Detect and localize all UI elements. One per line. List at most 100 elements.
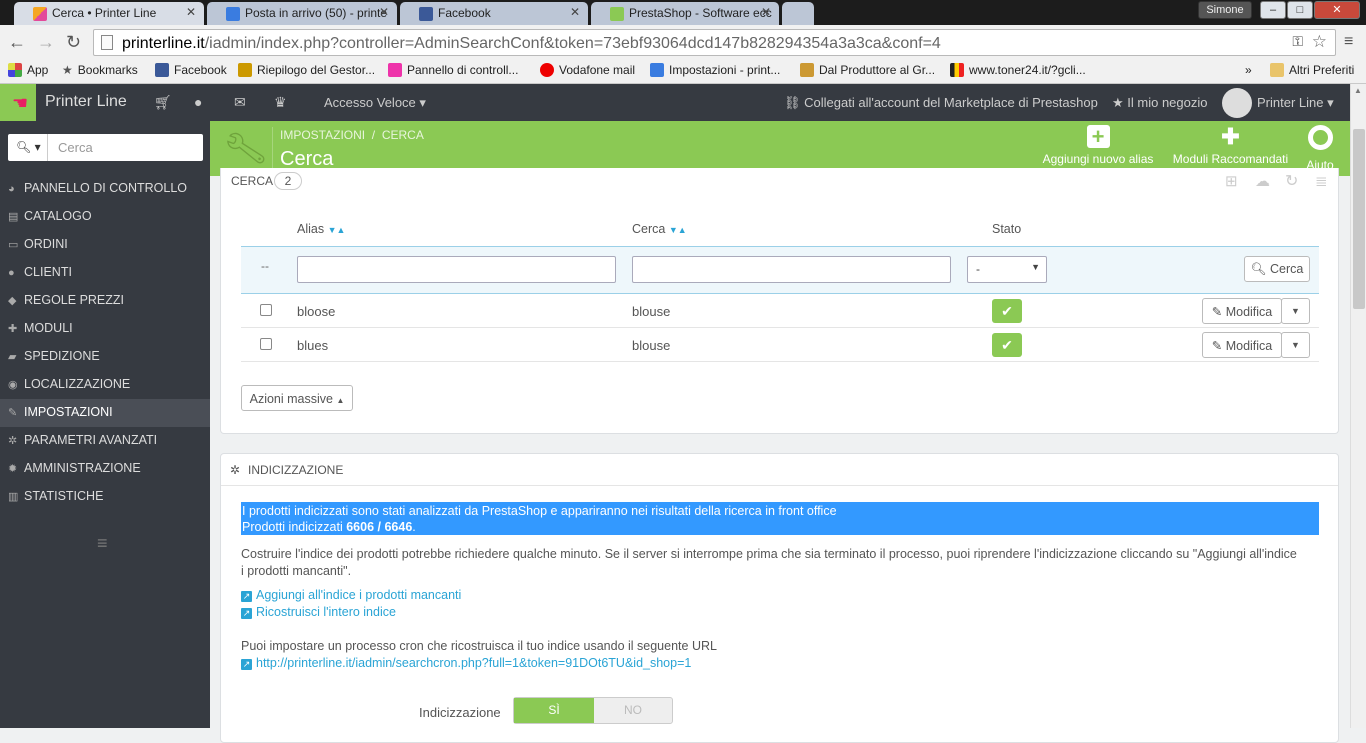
add-icon[interactable]: ⊞ <box>1225 172 1238 190</box>
breadcrumb-item[interactable]: IMPOSTAZIONI <box>280 128 365 142</box>
my-shop-link[interactable]: ★ Il mio negozio <box>1112 95 1208 111</box>
back-arrow-icon[interactable]: ← <box>8 32 26 52</box>
minimize-button[interactable]: – <box>1260 1 1286 19</box>
bookmark-apps[interactable]: App <box>8 63 48 77</box>
bookmark-produttore[interactable]: Dal Produttore al Gr... <box>800 63 935 77</box>
site-icon <box>800 63 814 77</box>
cart-icon[interactable]: 🛒︎ <box>154 94 172 111</box>
sidebar-item-spedizione[interactable]: ▰ SPEDIZIONE <box>0 343 210 371</box>
browser-tab-prestashop[interactable]: PrestaShop - Software ecc ✕ <box>591 2 779 25</box>
bookmark-facebook[interactable]: Facebook <box>155 63 227 77</box>
toggle-yes[interactable]: SÌ <box>514 698 594 723</box>
page-scrollbar[interactable]: ▲ <box>1350 84 1366 728</box>
indexing-toggle[interactable]: SÌ NO <box>513 697 673 724</box>
sidebar-item-amministrazione[interactable]: ✹ AMMINISTRAZIONE <box>0 455 210 483</box>
sidebar-item-parametri-avanzati[interactable]: ✲ PARAMETRI AVANZATI <box>0 427 210 455</box>
filter-search-button[interactable]: 🔍︎ Cerca <box>1244 256 1310 282</box>
browser-tab-facebook[interactable]: Facebook ✕ <box>400 2 588 25</box>
scrollbar-thumb[interactable] <box>1353 129 1365 309</box>
sidebar-item-clienti[interactable]: ● CLIENTI <box>0 259 210 287</box>
chrome-menu-icon[interactable]: ≡ <box>1344 32 1353 52</box>
prestashop-favicon-icon <box>33 7 47 21</box>
close-icon[interactable]: ✕ <box>186 5 196 19</box>
user-icon[interactable]: ● <box>194 94 202 110</box>
refresh-icon[interactable]: ↻ <box>1285 171 1298 191</box>
indexing-description: Costruire l'indice dei prodotti potrebbe… <box>241 547 1297 578</box>
bookmark-star-icon[interactable]: ☆ <box>1312 32 1327 52</box>
prestashop-logo[interactable]: ☚ <box>0 84 36 121</box>
sidebar-item-catalogo[interactable]: ▤ CATALOGO <box>0 203 210 231</box>
sidebar-item-moduli[interactable]: ✚ MODULI <box>0 315 210 343</box>
bookmark-toner24[interactable]: www.toner24.it/?gcli... <box>950 63 1086 77</box>
reload-icon[interactable]: ↻ <box>66 32 81 52</box>
add-missing-products-link[interactable]: ↗ Aggiungi all'indice i prodotti mancanti <box>241 588 461 602</box>
bookmark-other[interactable]: Altri Preferiti <box>1270 63 1354 77</box>
bookmark-vodafone[interactable]: Vodafone mail <box>540 63 635 77</box>
url-bar[interactable]: printerline.it/iadmin/index.php?controll… <box>93 29 1336 56</box>
sidebar-item-statistiche[interactable]: ▥ STATISTICHE <box>0 483 210 511</box>
sort-icon[interactable]: ▼▲ <box>669 225 687 235</box>
trophy-icon[interactable]: ♛ <box>274 94 287 111</box>
status-filter-select[interactable]: - ▼ <box>967 256 1047 283</box>
sidebar-item-impostazioni[interactable]: ✎ IMPOSTAZIONI <box>0 399 210 427</box>
shop-name[interactable]: Printer Line <box>45 93 127 111</box>
sort-icon[interactable]: ▼▲ <box>328 225 346 235</box>
key-icon[interactable]: ⚿ <box>1292 33 1303 50</box>
new-tab-button[interactable] <box>782 2 814 25</box>
forward-arrow-icon[interactable]: → <box>37 32 55 52</box>
close-icon[interactable]: ✕ <box>379 5 389 19</box>
external-link-icon: ↗ <box>241 659 252 670</box>
close-icon[interactable]: ✕ <box>570 5 580 19</box>
row-checkbox[interactable] <box>260 338 272 350</box>
sidebar-item-pannello-di-controllo[interactable]: ◕ PANNELLO DI CONTROLLO <box>0 175 210 203</box>
help-button[interactable]: Aiuto <box>1300 125 1340 172</box>
avatar[interactable] <box>1222 88 1252 118</box>
bookmark-bookmarks[interactable]: ★ Bookmarks <box>62 63 138 77</box>
collapse-menu-icon[interactable]: ≡ <box>97 533 108 554</box>
edit-button[interactable]: ✎ Modifica <box>1202 332 1282 358</box>
pencil-icon: ✎ <box>1211 305 1223 319</box>
row-actions-dropdown[interactable]: ▼ <box>1281 332 1310 358</box>
recommended-modules-button[interactable]: ✚ Moduli Raccomandati <box>1168 125 1293 167</box>
bookmarks-overflow[interactable]: » <box>1245 63 1252 77</box>
row-actions-dropdown[interactable]: ▼ <box>1281 298 1310 324</box>
check-icon[interactable]: ✔ <box>992 299 1022 323</box>
browser-tab-gmail[interactable]: Posta in arrivo (50) - printe ✕ <box>207 2 397 25</box>
database-icon[interactable]: ≣ <box>1315 172 1328 190</box>
sidebar-item-ordini[interactable]: ▭ ORDINI <box>0 231 210 259</box>
breadcrumb-item[interactable]: CERCA <box>382 128 424 142</box>
close-icon[interactable]: ✕ <box>761 5 771 19</box>
sidebar-item-localizzazione[interactable]: ◉ LOCALIZZAZIONE <box>0 371 210 399</box>
column-header-search[interactable]: Cerca ▼▲ <box>632 222 687 236</box>
marketplace-link[interactable]: ⛓ Collegati all'account del Marketplace … <box>784 95 1098 111</box>
alias-filter-input[interactable] <box>297 256 616 283</box>
envelope-icon[interactable]: ✉ <box>234 94 246 111</box>
bookmark-riepilogo[interactable]: Riepilogo del Gestor... <box>238 63 375 77</box>
cloud-upload-icon[interactable]: ☁ <box>1255 172 1270 190</box>
user-badge[interactable]: Simone <box>1198 1 1252 19</box>
close-window-button[interactable]: ✕ <box>1314 1 1360 19</box>
column-header-alias[interactable]: Alias ▼▲ <box>297 222 345 236</box>
cron-url-link[interactable]: ↗ http://printerline.it/iadmin/searchcron… <box>241 656 691 670</box>
check-icon[interactable]: ✔ <box>992 333 1022 357</box>
search-filter-input[interactable] <box>632 256 951 283</box>
search-input[interactable]: Cerca <box>58 140 93 155</box>
sidebar-search[interactable]: 🔍︎ ▾ Cerca <box>8 134 203 161</box>
bookmark-impostazioni[interactable]: Impostazioni - print... <box>650 63 780 77</box>
rebuild-index-link[interactable]: ↗ Ricostruisci l'intero indice <box>241 605 396 619</box>
row-checkbox[interactable] <box>260 304 272 316</box>
cogs-icon: ✲ <box>230 463 241 477</box>
scroll-up-icon[interactable]: ▲ <box>1354 86 1362 95</box>
toggle-no[interactable]: NO <box>594 698 672 723</box>
search-type-dropdown[interactable]: 🔍︎ ▾ <box>8 134 48 161</box>
bulk-actions-button[interactable]: Azioni massive ▲ <box>241 385 353 411</box>
edit-button[interactable]: ✎ Modifica <box>1202 298 1282 324</box>
maximize-button[interactable]: □ <box>1287 1 1313 19</box>
browser-tab-cerca[interactable]: Cerca • Printer Line ✕ <box>14 2 204 25</box>
sidebar-item-regole-prezzi[interactable]: ◆ REGOLE PREZZI <box>0 287 210 315</box>
quick-access-dropdown[interactable]: Accesso Veloce ▾ <box>324 95 426 111</box>
bookmark-pannello[interactable]: Pannello di controll... <box>388 63 518 77</box>
employee-dropdown[interactable]: Printer Line ▾ <box>1257 95 1334 111</box>
prestashop-favicon-icon <box>610 7 624 21</box>
add-alias-button[interactable]: + Aggiungi nuovo alias <box>1038 125 1158 166</box>
